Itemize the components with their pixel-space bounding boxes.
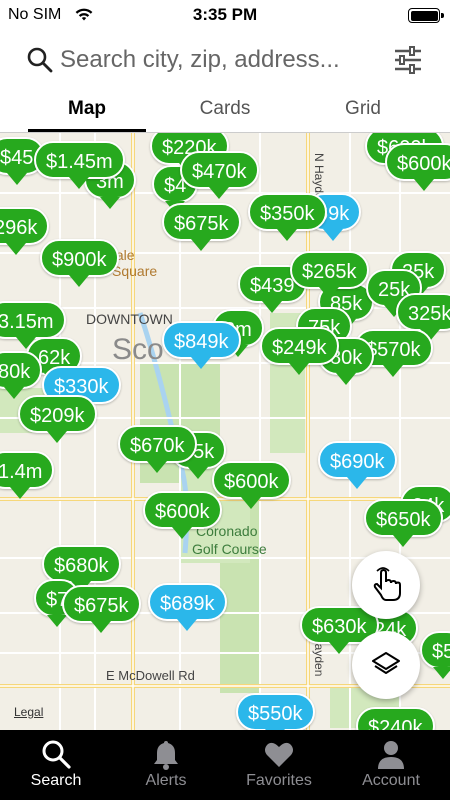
- tab-cards[interactable]: Cards: [150, 98, 300, 120]
- map-label-golf-course: Golf Course: [192, 541, 267, 557]
- view-tabs: Map Cards Grid: [0, 90, 450, 133]
- hand-pointer-icon: [373, 567, 401, 601]
- bell-icon: [154, 741, 178, 770]
- nav-label: Search: [30, 772, 82, 789]
- map-label-square: Square: [112, 263, 158, 279]
- tab-map[interactable]: Map: [12, 98, 162, 120]
- price-pin-new[interactable]: $849k: [162, 321, 241, 369]
- search-bar: [0, 30, 450, 90]
- price-pin[interactable]: $209k: [18, 395, 97, 443]
- price-pin-new[interactable]: $690k: [318, 441, 397, 489]
- price-pin[interactable]: 3.15m: [0, 301, 66, 349]
- bottom-tab-bar: Search Alerts Favorites Account: [0, 730, 450, 800]
- price-pin[interactable]: $1.45m: [34, 141, 125, 189]
- price-pin[interactable]: $600k: [385, 143, 450, 191]
- search-icon: [42, 740, 71, 769]
- person-icon: [378, 741, 404, 769]
- nav-label: Favorites: [246, 772, 312, 789]
- price-pin[interactable]: $470k: [180, 151, 259, 199]
- nav-search[interactable]: Search: [0, 730, 112, 800]
- search-icon: [27, 47, 53, 73]
- price-pin[interactable]: $240k: [356, 707, 435, 730]
- map-label-city: Sco: [112, 333, 164, 366]
- price-pin[interactable]: 325k: [396, 293, 450, 341]
- nav-label: Alerts: [145, 772, 187, 789]
- nav-account[interactable]: Account: [335, 730, 447, 800]
- legal-link[interactable]: Legal: [14, 705, 43, 719]
- price-pin[interactable]: $900k: [40, 239, 119, 287]
- map-view[interactable]: DOWNTOWN Sco Coronado Golf Course E McDo…: [0, 133, 450, 730]
- layers-icon: [372, 652, 400, 674]
- price-pin[interactable]: $675k: [162, 203, 241, 251]
- price-pin[interactable]: $350k: [248, 193, 327, 241]
- price-pin[interactable]: 1.4m: [0, 451, 55, 499]
- price-pin-new[interactable]: $550k: [236, 693, 315, 730]
- price-pin[interactable]: 296k: [0, 207, 50, 255]
- price-pin[interactable]: $5: [420, 631, 450, 679]
- draw-search-button[interactable]: [352, 551, 420, 619]
- map-label-downtown: DOWNTOWN: [86, 311, 173, 327]
- status-bar: No SIM 3:35 PM: [0, 0, 450, 30]
- price-pin[interactable]: $600k: [143, 491, 222, 539]
- price-pin[interactable]: $650k: [364, 499, 443, 547]
- nav-favorites[interactable]: Favorites: [223, 730, 335, 800]
- price-pin[interactable]: $265k: [290, 251, 369, 299]
- heart-icon: [265, 742, 293, 767]
- active-tab-indicator: [28, 129, 146, 132]
- price-pin[interactable]: 80k: [0, 351, 43, 399]
- price-pin[interactable]: $680k: [42, 545, 121, 593]
- price-pin-new[interactable]: $689k: [148, 583, 227, 631]
- nav-label: Account: [362, 772, 420, 789]
- battery-icon: [408, 8, 444, 23]
- price-pin[interactable]: $249k: [260, 327, 339, 375]
- map-label-mcdowell: E McDowell Rd: [106, 668, 195, 683]
- search-input[interactable]: [60, 44, 380, 76]
- map-layers-button[interactable]: [352, 631, 420, 699]
- clock: 3:35 PM: [192, 5, 258, 24]
- price-pin[interactable]: $600k: [212, 461, 291, 509]
- price-pin[interactable]: $675k: [62, 585, 141, 633]
- filter-sliders-icon[interactable]: [392, 44, 424, 76]
- tab-grid[interactable]: Grid: [288, 98, 438, 120]
- price-pin[interactable]: $670k: [118, 425, 197, 473]
- nav-alerts[interactable]: Alerts: [110, 730, 222, 800]
